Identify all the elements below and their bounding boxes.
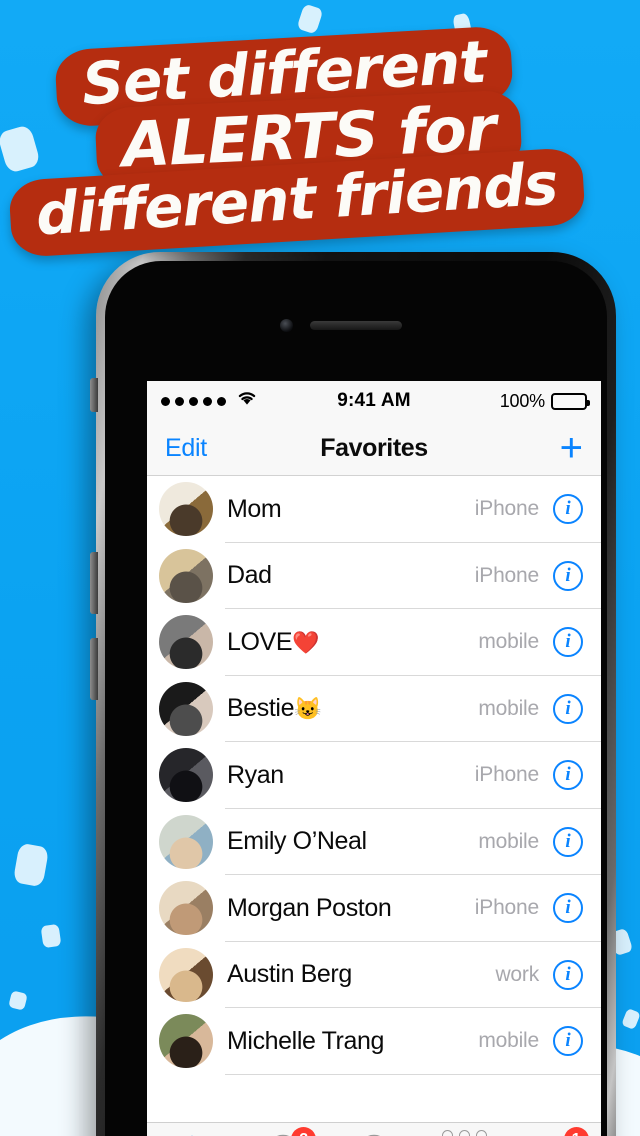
signal-dot-icon xyxy=(189,396,198,406)
silent-switch[interactable] xyxy=(90,378,98,412)
signal-dot-icon xyxy=(175,396,184,406)
info-icon[interactable]: i xyxy=(553,893,583,924)
favorite-phone-label: work xyxy=(495,962,539,986)
favorite-row[interactable]: Ryan iPhone i xyxy=(147,742,601,809)
tab-contacts[interactable] xyxy=(329,1123,420,1136)
name-emoji-icon: 😺 xyxy=(294,696,322,722)
tab-keypad[interactable] xyxy=(419,1123,510,1136)
volume-up-button[interactable] xyxy=(90,552,98,614)
front-camera-icon xyxy=(280,319,293,332)
favorite-name: Bestie😺 xyxy=(227,694,322,723)
favorites-list[interactable]: Mom iPhone i Dad iPhone i LOVE❤️ mobile i Bestie😺… xyxy=(147,476,601,1122)
status-bar-time: 9:41 AM xyxy=(337,390,411,411)
battery-full-icon xyxy=(551,392,590,410)
signal-dot-icon xyxy=(217,396,226,406)
tab-badge: 2 xyxy=(291,1127,317,1136)
star-icon xyxy=(174,1132,210,1136)
favorite-name: Morgan Poston xyxy=(227,893,392,922)
avatar xyxy=(159,748,213,803)
favorite-name: Dad xyxy=(227,561,272,590)
person-icon xyxy=(357,1133,391,1136)
favorite-row[interactable]: Emily O’Neal mobile i xyxy=(147,809,601,876)
favorite-phone-label: mobile xyxy=(478,630,539,654)
favorite-row[interactable]: LOVE❤️ mobile i xyxy=(147,609,601,676)
favorite-name: Michelle Trang xyxy=(227,1026,384,1055)
avatar xyxy=(159,881,213,936)
page-title: Favorites xyxy=(320,433,428,462)
favorite-phone-label: mobile xyxy=(478,696,539,720)
favorite-name: Ryan xyxy=(227,760,284,789)
battery-percent-label: 100% xyxy=(499,390,545,411)
info-icon[interactable]: i xyxy=(553,560,583,591)
avatar xyxy=(159,947,213,1002)
favorite-row[interactable]: Mom iPhone i xyxy=(147,476,601,543)
tab-badge: 1 xyxy=(563,1127,589,1136)
snowflake xyxy=(40,923,62,949)
signal-dot-icon xyxy=(203,396,212,406)
name-emoji-icon: ❤️ xyxy=(292,629,320,655)
favorite-phone-label: iPhone xyxy=(474,497,539,521)
promo-screenshot: Set different ALERTS for different frien… xyxy=(0,0,640,1136)
info-icon[interactable]: i xyxy=(553,959,583,990)
favorite-row[interactable]: Dad iPhone i xyxy=(147,543,601,610)
status-bar-left xyxy=(161,390,337,412)
add-favorite-button[interactable]: + xyxy=(428,428,583,468)
favorite-name: Austin Berg xyxy=(227,960,352,989)
phone-face: 9:41 AM 100% Edit Favorites + Mom iPhone i… xyxy=(105,261,607,1136)
info-icon[interactable]: i xyxy=(553,494,583,525)
tab-recents[interactable]: 2 xyxy=(238,1123,329,1136)
avatar xyxy=(159,548,213,603)
info-icon[interactable]: i xyxy=(553,826,583,857)
favorite-phone-label: iPhone xyxy=(474,763,539,787)
favorite-phone-label: iPhone xyxy=(474,896,539,920)
favorite-name: Emily O’Neal xyxy=(227,827,367,856)
status-bar: 9:41 AM 100% xyxy=(147,381,601,421)
info-icon[interactable]: i xyxy=(553,1026,583,1057)
favorite-row[interactable]: Morgan Poston iPhone i xyxy=(147,875,601,942)
favorite-phone-label: mobile xyxy=(478,829,539,853)
earpiece-speaker xyxy=(310,321,402,330)
info-icon[interactable]: i xyxy=(553,693,583,724)
status-bar-right: 100% xyxy=(411,390,590,412)
avatar xyxy=(159,482,213,537)
avatar xyxy=(159,814,213,869)
edit-button[interactable]: Edit xyxy=(165,434,320,463)
signal-dot-icon xyxy=(161,396,170,406)
favorite-phone-label: iPhone xyxy=(474,563,539,587)
volume-down-button[interactable] xyxy=(90,638,98,700)
favorite-row[interactable]: Bestie😺 mobile i xyxy=(147,676,601,743)
favorite-row[interactable]: Austin Berg work i xyxy=(147,942,601,1009)
keypad-icon xyxy=(442,1129,488,1136)
tab-favorites[interactable] xyxy=(147,1123,238,1136)
avatar xyxy=(159,1014,213,1069)
avatar xyxy=(159,615,213,670)
favorite-phone-label: mobile xyxy=(478,1029,539,1053)
phone-screen: 9:41 AM 100% Edit Favorites + Mom iPhone i… xyxy=(147,381,601,1136)
favorite-row[interactable]: Michelle Trang mobile i xyxy=(147,1008,601,1075)
favorite-name: LOVE❤️ xyxy=(227,627,320,656)
favorite-name: Mom xyxy=(227,494,282,523)
iphone-device: 9:41 AM 100% Edit Favorites + Mom iPhone i… xyxy=(90,252,616,1136)
navigation-bar: Edit Favorites + xyxy=(147,421,601,476)
wifi-icon xyxy=(236,390,258,412)
tab-voicemail[interactable]: 1 xyxy=(510,1123,601,1136)
info-icon[interactable]: i xyxy=(553,760,583,791)
info-icon[interactable]: i xyxy=(553,627,583,658)
tab-bar[interactable]: 21 xyxy=(147,1122,601,1136)
avatar xyxy=(159,681,213,736)
